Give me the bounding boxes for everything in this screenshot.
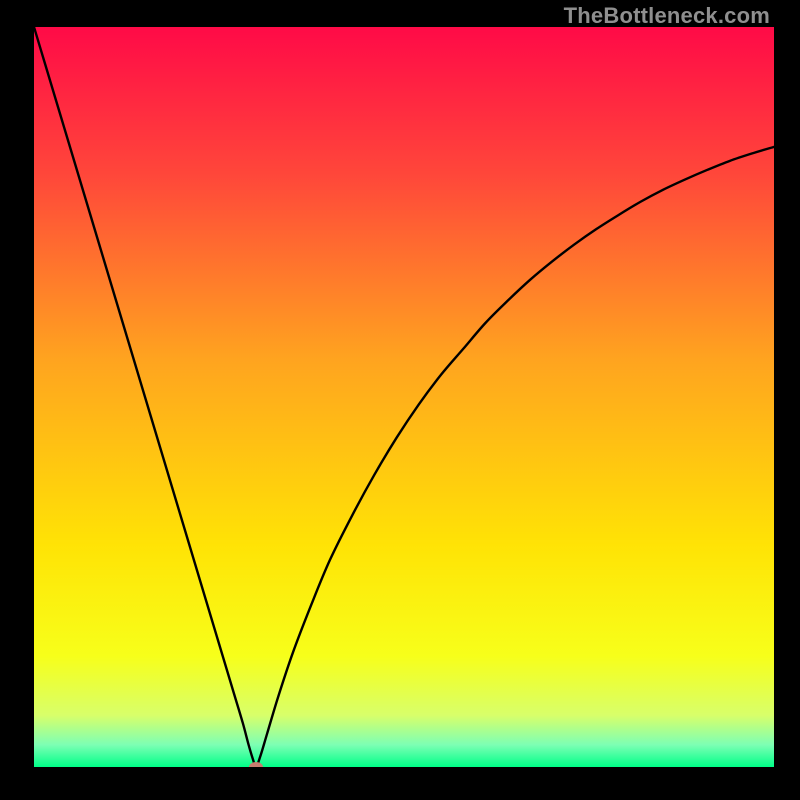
watermark-text: TheBottleneck.com (564, 3, 770, 29)
chart-frame (34, 27, 774, 767)
bottleneck-chart (34, 27, 774, 767)
